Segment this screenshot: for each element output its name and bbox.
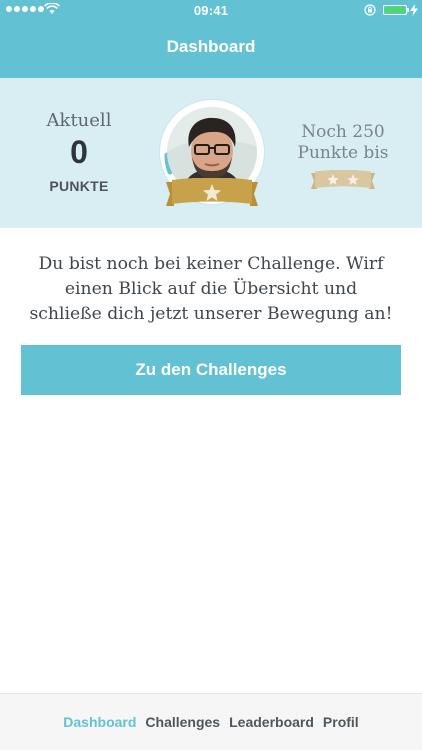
current-points-value: 0: [70, 134, 88, 170]
battery-icon: [383, 5, 409, 15]
bolt-icon: [410, 4, 418, 16]
next-level-ribbon-icon: [311, 170, 375, 189]
tab-leaderboard[interactable]: Leaderboard: [229, 714, 314, 730]
message-line-3: schließe dich jetzt unserer Bewegung an!: [29, 304, 393, 324]
status-bar: 09:41: [0, 0, 422, 22]
current-points-label: Aktuell: [46, 110, 112, 131]
tab-challenges[interactable]: Challenges: [145, 714, 220, 730]
points-summary: Aktuell 0 PUNKTE Noch 250 Punkte bis: [0, 78, 422, 228]
message-line-1: Du bist noch bei keiner Challenge. Wirf: [38, 254, 384, 274]
orientation-lock-icon: [364, 4, 376, 16]
profile-avatar-badge[interactable]: [160, 100, 264, 210]
next-level-label: Noch 250 Punkte bis: [284, 122, 402, 164]
tab-profil[interactable]: Profil: [323, 714, 359, 730]
tab-dashboard[interactable]: Dashboard: [63, 714, 136, 730]
status-time: 09:41: [193, 3, 229, 18]
tab-bar: Dashboard Challenges Leaderboard Profil: [0, 693, 422, 750]
empty-state-message: Du bist noch bei keiner Challenge. Wirf …: [18, 252, 404, 327]
next-level-label-line2: Punkte bis: [297, 143, 389, 163]
page-title: Dashboard: [166, 37, 256, 56]
to-challenges-button[interactable]: Zu den Challenges: [21, 345, 401, 395]
next-level-label-line1: Noch 250: [301, 122, 385, 142]
top-header: 09:41 Dashboard: [0, 0, 422, 78]
message-line-2: einen Blick auf die Übersicht und: [64, 279, 358, 299]
star-ribbon-icon: [166, 178, 258, 206]
current-points-unit: PUNKTE: [49, 178, 109, 194]
